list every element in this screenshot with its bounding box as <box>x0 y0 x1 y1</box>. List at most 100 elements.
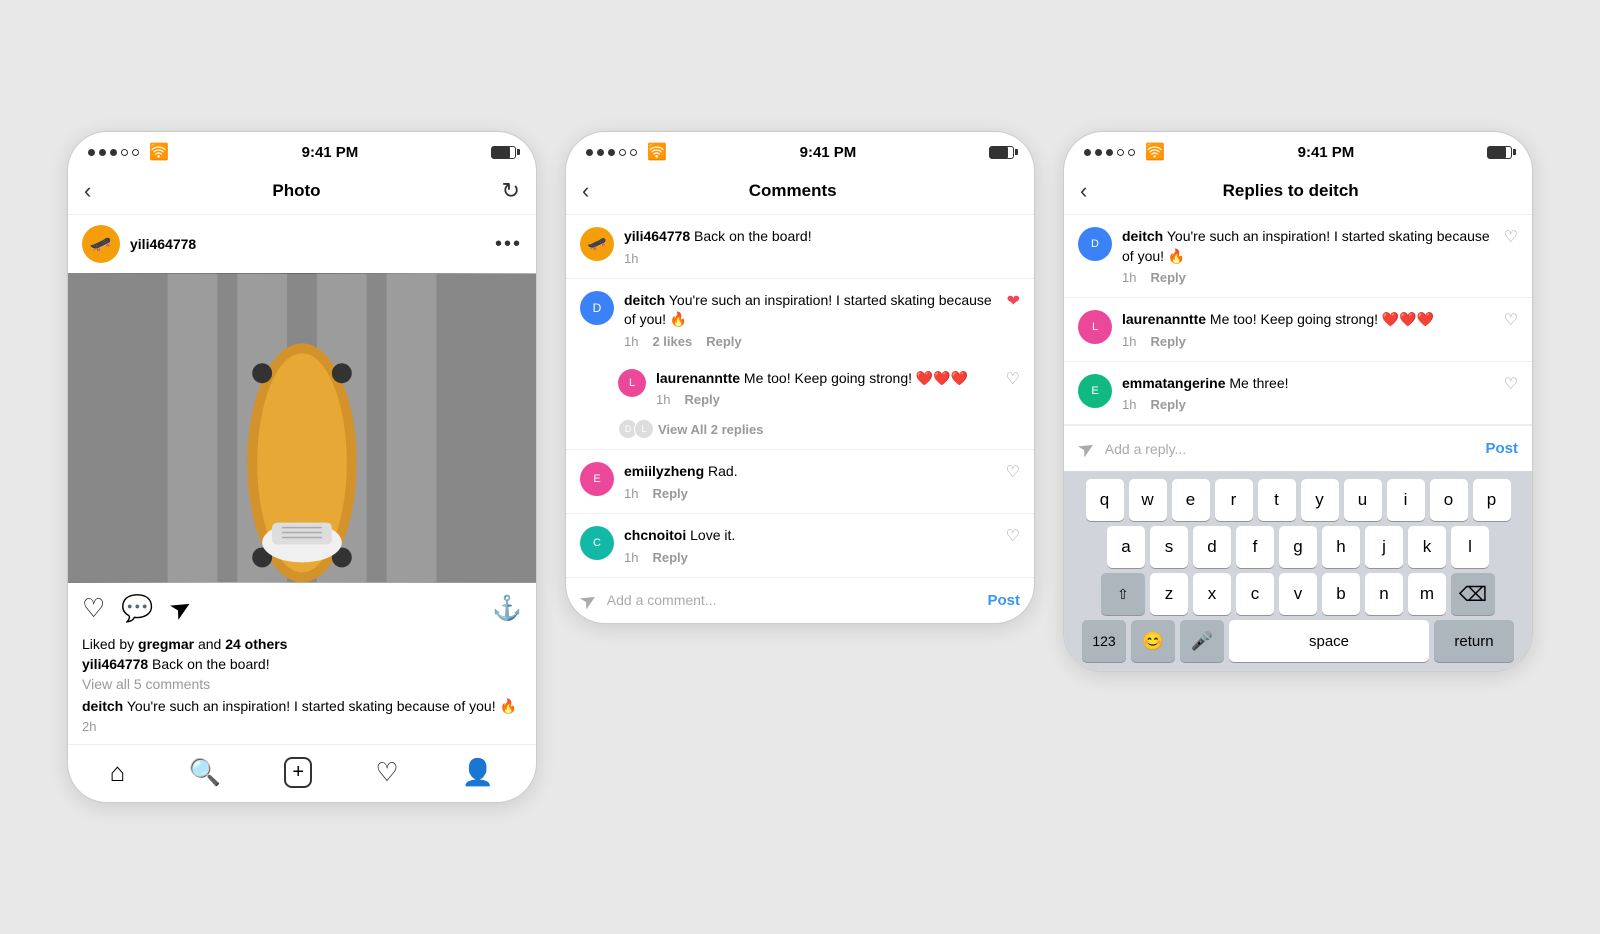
key-w[interactable]: w <box>1129 479 1167 521</box>
key-j[interactable]: j <box>1365 526 1403 568</box>
key-b[interactable]: b <box>1322 573 1360 615</box>
like-icon[interactable]: ♡ <box>1504 374 1518 394</box>
key-r[interactable]: r <box>1215 479 1253 521</box>
like-button[interactable]: ♡ <box>82 593 105 624</box>
signal-indicators: 🛜 <box>586 142 667 162</box>
reply-button[interactable]: Reply <box>684 392 719 407</box>
like-icon[interactable]: ♡ <box>1006 369 1020 389</box>
home-tab[interactable]: ⌂ <box>110 757 126 788</box>
phone-photo: 🛜 9:41 PM ‹ Photo ↻ 🛹 yili464778 ••• <box>67 131 537 803</box>
status-time: 9:41 PM <box>1298 144 1355 161</box>
back-button[interactable]: ‹ <box>84 178 91 204</box>
reply-button[interactable]: Reply <box>706 334 741 349</box>
signal-dot <box>1106 149 1113 156</box>
status-bar-1: 🛜 9:41 PM <box>68 132 536 168</box>
reply-avatar: L <box>634 419 654 439</box>
keyboard-row-3: ⇧ z x c v b n m ⌫ <box>1068 573 1528 615</box>
comment-meta: 1h Reply <box>1122 397 1494 412</box>
key-s[interactable]: s <box>1150 526 1188 568</box>
key-e[interactable]: e <box>1172 479 1210 521</box>
like-icon[interactable]: ♡ <box>1504 310 1518 330</box>
comment-button[interactable]: 💬 <box>121 593 153 624</box>
back-button[interactable]: ‹ <box>1080 178 1087 204</box>
key-x[interactable]: x <box>1193 573 1231 615</box>
signal-dot-empty <box>121 149 128 156</box>
return-key[interactable]: return <box>1434 620 1514 662</box>
comment-time: 1h <box>624 334 638 349</box>
key-q[interactable]: q <box>1086 479 1124 521</box>
post-reply-button[interactable]: Post <box>1485 440 1518 457</box>
search-tab[interactable]: 🔍 <box>189 757 221 788</box>
space-key[interactable]: space <box>1229 620 1429 662</box>
key-n[interactable]: n <box>1365 573 1403 615</box>
add-post-button[interactable]: + <box>284 757 312 788</box>
refresh-icon[interactable]: ↻ <box>502 178 520 204</box>
add-reply-input[interactable]: Add a reply... <box>1105 441 1476 457</box>
backspace-key[interactable]: ⌫ <box>1451 573 1495 615</box>
key-o[interactable]: o <box>1430 479 1468 521</box>
comment-time: 1h <box>1122 334 1136 349</box>
reply-row: L laurenanntte Me too! Keep going strong… <box>1064 298 1532 361</box>
key-g[interactable]: g <box>1279 526 1317 568</box>
key-h[interactable]: h <box>1322 526 1360 568</box>
view-replies-button[interactable]: D L View All 2 replies <box>566 415 1034 449</box>
wifi-icon: 🛜 <box>1145 142 1165 162</box>
signal-dot <box>99 149 106 156</box>
post-button[interactable]: Post <box>987 592 1020 609</box>
comment-meta: 1h Reply <box>624 550 996 565</box>
status-bar-2: 🛜 9:41 PM <box>566 132 1034 168</box>
like-icon[interactable]: ♡ <box>1504 227 1518 247</box>
key-k[interactable]: k <box>1408 526 1446 568</box>
reply-button[interactable]: Reply <box>1150 397 1185 412</box>
key-m[interactable]: m <box>1408 573 1446 615</box>
avatar: 🛹 <box>580 227 614 261</box>
profile-tab[interactable]: 👤 <box>462 757 494 788</box>
avatar: E <box>580 462 614 496</box>
key-d[interactable]: d <box>1193 526 1231 568</box>
comment-body: emiilyzheng Rad. 1h Reply <box>624 462 996 501</box>
like-icon[interactable]: ❤ <box>1007 291 1020 311</box>
key-a[interactable]: a <box>1107 526 1145 568</box>
wifi-icon: 🛜 <box>647 142 667 162</box>
shift-key[interactable]: ⇧ <box>1101 573 1145 615</box>
like-icon[interactable]: ♡ <box>1006 462 1020 482</box>
like-icon[interactable]: ♡ <box>1006 526 1020 546</box>
signal-dot-empty <box>630 149 637 156</box>
wifi-icon: 🛜 <box>149 142 169 162</box>
add-comment-input[interactable]: Add a comment... <box>607 592 978 608</box>
reply-button[interactable]: Reply <box>652 486 687 501</box>
key-t[interactable]: t <box>1258 479 1296 521</box>
key-z[interactable]: z <box>1150 573 1188 615</box>
more-options-button[interactable]: ••• <box>495 233 522 256</box>
comment-time: 1h <box>624 486 638 501</box>
comment-body: laurenanntte Me too! Keep going strong! … <box>656 369 996 408</box>
key-u[interactable]: u <box>1344 479 1382 521</box>
username[interactable]: yili464778 <box>130 236 196 252</box>
signal-dot <box>586 149 593 156</box>
send-icon: ➤ <box>575 585 602 615</box>
mic-key[interactable]: 🎤 <box>1180 620 1224 662</box>
reply-button[interactable]: Reply <box>652 550 687 565</box>
reply-user: emmatangerine <box>1122 375 1225 391</box>
comment-text: deitch You're such an inspiration! I sta… <box>1122 227 1494 266</box>
key-p[interactable]: p <box>1473 479 1511 521</box>
back-button[interactable]: ‹ <box>582 178 589 204</box>
reply-button[interactable]: Reply <box>1150 270 1185 285</box>
emoji-key[interactable]: 😊 <box>1131 620 1175 662</box>
key-v[interactable]: v <box>1279 573 1317 615</box>
nav-header-3: ‹ Replies to deitch <box>1064 168 1532 215</box>
commenter-username: laurenanntte <box>656 370 740 386</box>
key-i[interactable]: i <box>1387 479 1425 521</box>
notifications-tab[interactable]: ♡ <box>375 757 398 788</box>
view-comments-button[interactable]: View all 5 comments <box>82 676 522 692</box>
bookmark-button[interactable]: ⚓ <box>492 594 522 623</box>
key-y[interactable]: y <box>1301 479 1339 521</box>
share-button[interactable]: ➤ <box>163 590 197 628</box>
key-c[interactable]: c <box>1236 573 1274 615</box>
numbers-key[interactable]: 123 <box>1082 620 1126 662</box>
key-l[interactable]: l <box>1451 526 1489 568</box>
keyboard: q w e r t y u i o p a s d f g h j k <box>1064 471 1532 671</box>
key-f[interactable]: f <box>1236 526 1274 568</box>
reply-button[interactable]: Reply <box>1150 334 1185 349</box>
signal-dot <box>88 149 95 156</box>
